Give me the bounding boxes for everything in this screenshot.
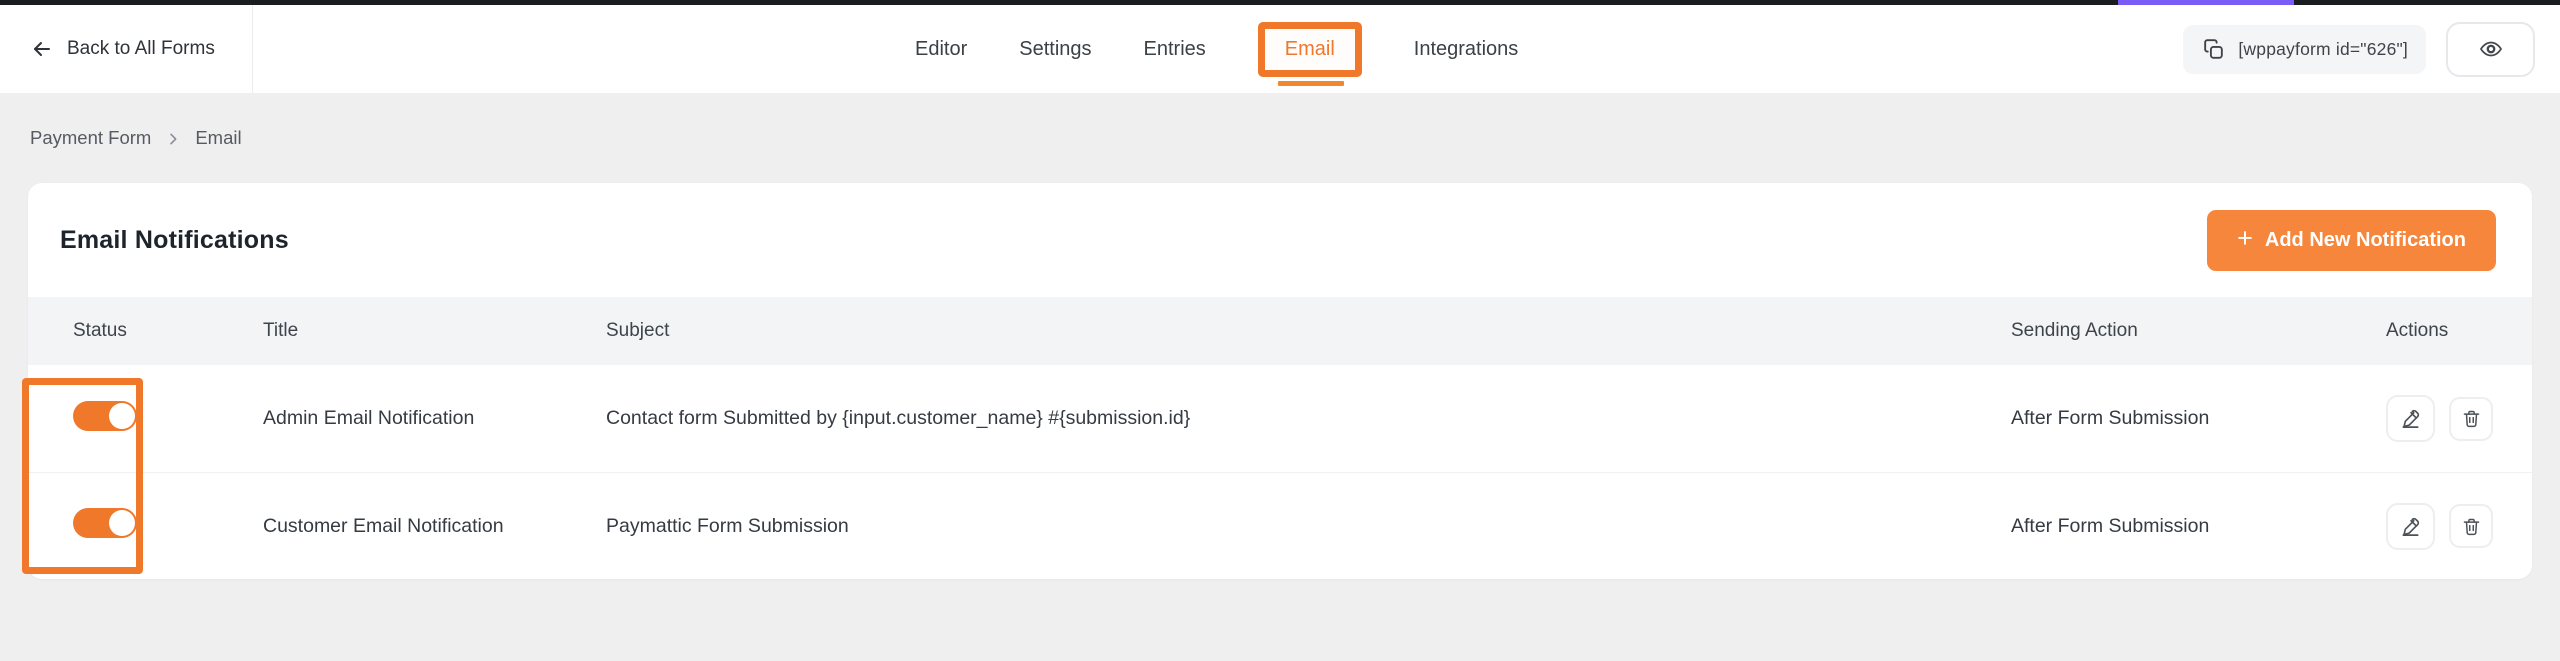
preview-button[interactable] bbox=[2446, 22, 2535, 77]
table-row-admin-notification: Admin Email Notification Contact form Su… bbox=[28, 365, 2532, 472]
tab-entries[interactable]: Entries bbox=[1144, 38, 1206, 61]
notification-title: Admin Email Notification bbox=[237, 407, 580, 430]
column-header-title: Title bbox=[237, 320, 580, 342]
tab-editor[interactable]: Editor bbox=[915, 38, 967, 61]
page: Back to All Forms Editor Settings Entrie… bbox=[0, 0, 2560, 661]
back-arrow-icon bbox=[30, 37, 54, 61]
back-label: Back to All Forms bbox=[67, 38, 215, 60]
add-button-label: Add New Notification bbox=[2265, 229, 2466, 252]
tab-settings[interactable]: Settings bbox=[1019, 38, 1091, 61]
notification-subject: Contact form Submitted by {input.custome… bbox=[580, 407, 1985, 430]
shortcode-badge[interactable]: [wppayform id="626"] bbox=[2183, 25, 2426, 74]
add-new-notification-button[interactable]: + Add New Notification bbox=[2207, 210, 2496, 271]
column-header-actions: Actions bbox=[2360, 320, 2512, 342]
topbar-right-section: [wppayform id="626"] bbox=[2183, 5, 2535, 93]
toggle-knob bbox=[109, 510, 135, 536]
edit-pencil-icon bbox=[2399, 407, 2422, 430]
copy-icon bbox=[2201, 37, 2226, 62]
notification-subject: Paymattic Form Submission bbox=[580, 515, 1985, 538]
progress-indicator bbox=[2118, 0, 2294, 5]
notification-sending-action: After Form Submission bbox=[1985, 407, 2360, 430]
column-header-status: Status bbox=[48, 320, 237, 342]
notification-sending-action: After Form Submission bbox=[1985, 515, 2360, 538]
panel-header: Email Notifications + Add New Notificati… bbox=[28, 183, 2532, 297]
column-header-subject: Subject bbox=[580, 320, 1985, 342]
edit-notification-button[interactable] bbox=[2386, 395, 2435, 442]
top-bar: Back to All Forms Editor Settings Entrie… bbox=[0, 5, 2560, 93]
table-header-row: Status Title Subject Sending Action Acti… bbox=[28, 297, 2532, 365]
trash-icon bbox=[2461, 408, 2482, 429]
top-progress-strip bbox=[0, 0, 2560, 5]
toggle-knob bbox=[109, 403, 135, 429]
shortcode-text: [wppayform id="626"] bbox=[2238, 39, 2408, 60]
delete-notification-button[interactable] bbox=[2449, 397, 2493, 441]
breadcrumb: Payment Form Email bbox=[30, 93, 242, 183]
tab-email[interactable]: Email bbox=[1285, 38, 1335, 61]
breadcrumb-chevron-icon bbox=[165, 131, 181, 147]
breadcrumb-item-payment-form[interactable]: Payment Form bbox=[30, 127, 151, 149]
active-tab-underline bbox=[1278, 81, 1344, 86]
delete-notification-button[interactable] bbox=[2449, 504, 2493, 548]
column-header-sending-action: Sending Action bbox=[1985, 320, 2360, 342]
topbar-left-section: Back to All Forms bbox=[0, 5, 253, 93]
back-to-all-forms-link[interactable]: Back to All Forms bbox=[30, 37, 215, 61]
notification-title: Customer Email Notification bbox=[237, 515, 580, 538]
status-toggle[interactable] bbox=[73, 508, 137, 538]
breadcrumb-item-email: Email bbox=[195, 127, 241, 149]
tab-email-highlight-box: Email bbox=[1258, 22, 1362, 77]
table-row-customer-notification: Customer Email Notification Paymattic Fo… bbox=[28, 472, 2532, 579]
plus-icon: + bbox=[2237, 225, 2253, 252]
eye-icon bbox=[2475, 37, 2507, 61]
tab-integrations[interactable]: Integrations bbox=[1414, 38, 1519, 61]
form-tabs: Editor Settings Entries Email Integratio… bbox=[915, 5, 1518, 93]
panel-title: Email Notifications bbox=[60, 226, 289, 255]
edit-notification-button[interactable] bbox=[2386, 503, 2435, 550]
status-toggle[interactable] bbox=[73, 401, 137, 431]
edit-pencil-icon bbox=[2399, 515, 2422, 538]
trash-icon bbox=[2461, 516, 2482, 537]
email-notifications-panel: Email Notifications + Add New Notificati… bbox=[28, 183, 2532, 579]
